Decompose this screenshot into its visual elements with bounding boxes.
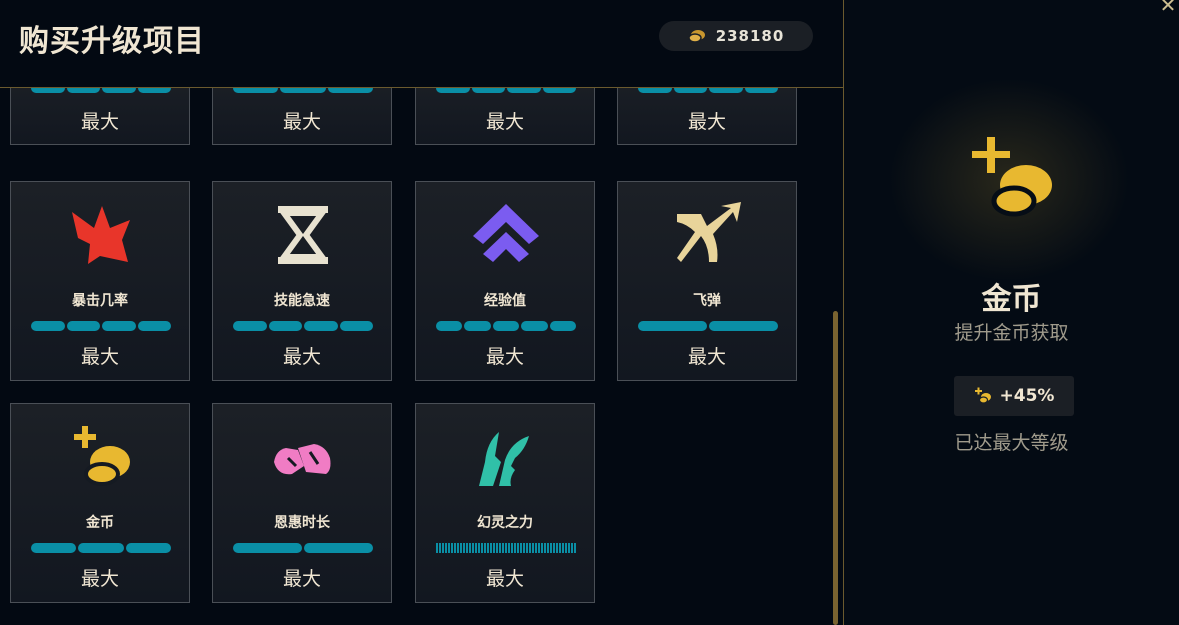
level-bar: [638, 321, 778, 331]
spirit-power-icon: [479, 432, 529, 486]
level-bar: [436, 321, 577, 331]
level-label: 最大: [80, 568, 119, 590]
upgrade-name: 恩惠时长: [274, 515, 330, 531]
level-label: 最大: [485, 111, 524, 133]
level-label: 最大: [687, 346, 726, 368]
header: 购买升级项目 238180: [0, 0, 843, 88]
gold-plus-icon: [74, 426, 130, 486]
upgrade-card-experience[interactable]: 经验值 最大: [415, 181, 595, 381]
level-bar: [31, 321, 171, 331]
projectile-arrows-icon: [677, 202, 741, 262]
currency-amount: 238180: [715, 27, 785, 45]
upgrade-name: 暴击几率: [72, 293, 128, 309]
level-bar: [233, 88, 373, 93]
level-bar: [31, 543, 171, 553]
upgrade-card-ability-haste[interactable]: 技能急速 最大: [212, 181, 392, 381]
close-icon[interactable]: ✕: [1157, 0, 1179, 16]
double-chevron-up-icon: [473, 204, 539, 262]
upgrade-name: 经验值: [484, 293, 526, 309]
level-bar: [233, 543, 373, 553]
gold-plus-icon: [972, 137, 1052, 217]
upgrade-card-boon-duration[interactable]: 恩惠时长 最大: [212, 403, 392, 603]
level-label: 最大: [282, 568, 321, 590]
level-bar: [638, 88, 778, 93]
upgrade-card-projectile[interactable]: 飞弹 最大: [617, 181, 797, 381]
hourglass-icon: [278, 206, 328, 264]
upgrade-name: 飞弹: [693, 293, 721, 309]
upgrade-card[interactable]: 最大: [212, 88, 392, 145]
upgrade-card[interactable]: 最大: [617, 88, 797, 145]
level-label: 最大: [282, 346, 321, 368]
gold-plus-icon: [974, 387, 991, 404]
crit-icon: [72, 206, 130, 264]
level-label: 最大: [485, 568, 524, 590]
level-label: 最大: [80, 346, 119, 368]
upgrade-card-spirit-power[interactable]: 幻灵之力 最大: [415, 403, 595, 603]
boon-duration-icon: [274, 444, 331, 475]
level-label: 最大: [282, 111, 321, 133]
level-label: 最大: [485, 346, 524, 368]
scrollbar-thumb[interactable]: [833, 311, 838, 625]
gold-coin-icon: [687, 30, 705, 43]
level-label: 最大: [687, 111, 726, 133]
upgrade-name: 幻灵之力: [477, 515, 533, 531]
detail-description: 提升金币获取: [954, 322, 1069, 344]
detail-status: 已达最大等级: [954, 432, 1069, 454]
upgrade-grid: 最大 最大 最大 最大 暴击几率 最大 技能急速 最大 经验值 最大 飞弹 最大…: [0, 88, 843, 625]
level-label: 最大: [80, 111, 119, 133]
upgrade-card-gold[interactable]: 金币 最大: [10, 403, 190, 603]
upgrade-name: 技能急速: [274, 293, 330, 309]
upgrade-name: 金币: [86, 515, 114, 531]
stat-badge: +45%: [954, 376, 1074, 416]
upgrade-card[interactable]: 最大: [415, 88, 595, 145]
upgrade-card[interactable]: 最大: [10, 88, 190, 145]
stat-value: +45%: [999, 386, 1055, 406]
upgrade-card-crit[interactable]: 暴击几率 最大: [10, 181, 190, 381]
level-bar: [233, 321, 373, 331]
detail-title: 金币: [981, 282, 1042, 317]
detail-panel: 金币 提升金币获取 +45% 已达最大等级: [844, 0, 1179, 625]
level-bar: [31, 88, 171, 93]
page-title: 购买升级项目: [19, 24, 205, 59]
level-bar: [436, 543, 576, 553]
currency-display: 238180: [659, 21, 813, 51]
level-bar: [436, 88, 576, 93]
